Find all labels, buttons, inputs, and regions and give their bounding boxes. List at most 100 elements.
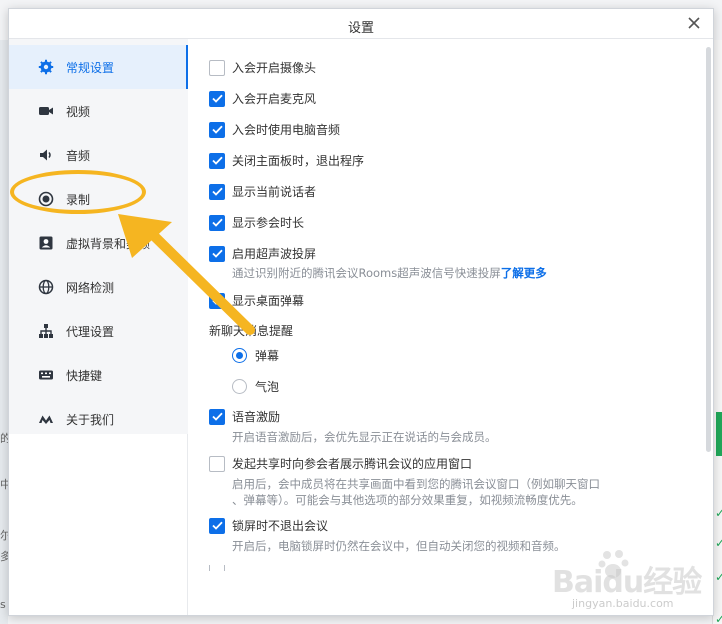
option-label: 发起共享时向参会者展示腾讯会议的应用窗口 xyxy=(232,457,473,471)
record-icon xyxy=(38,191,54,207)
checkbox-checked[interactable] xyxy=(209,152,225,169)
sidebar-item-recording[interactable]: 录制 xyxy=(9,177,188,221)
checkmark-icon xyxy=(211,521,223,530)
sidebar-item-label: 代理设置 xyxy=(66,324,115,339)
option-camera-on-join[interactable]: 入会开启摄像头 xyxy=(209,59,316,76)
check-icon: ✓ xyxy=(715,570,722,584)
background-left-panel: 的 中 尔 多 s xyxy=(0,40,11,624)
sidebar-item-label: 视频 xyxy=(66,104,91,119)
option-label: 锁屏时不退出会议 xyxy=(232,519,329,533)
checkbox-checked[interactable] xyxy=(209,214,225,231)
sidebar-item-shortcuts[interactable]: 快捷键 xyxy=(9,353,188,397)
settings-content: 入会开启摄像头 入会开启麦克风 入会时使用电脑音频 关闭主面板时，退出程序 显示 xyxy=(189,39,713,615)
chat-reminder-heading: 新聊天消息提醒 xyxy=(209,324,294,338)
settings-sidebar: 常规设置 视频 音频 录制 虚拟背景和美颜 网络检测 代理设置 快捷键 关于我们 xyxy=(9,39,188,615)
learn-more-link[interactable]: 了解更多 xyxy=(501,266,547,280)
radio-option-bubble[interactable]: 气泡 xyxy=(232,378,279,395)
checkbox-checked[interactable] xyxy=(209,90,225,107)
option-label: 入会开启摄像头 xyxy=(232,61,317,75)
option-label: 显示参会时长 xyxy=(232,216,305,230)
sidebar-item-network-check[interactable]: 网络检测 xyxy=(9,265,188,309)
option-description: 、弹幕等）。可能会与其他选项的部分效果重复，如视频流畅度优先。 xyxy=(232,493,583,507)
checkbox-checked[interactable] xyxy=(209,121,225,138)
option-lock-screen-stay[interactable]: 锁屏时不退出会议 xyxy=(209,517,328,534)
option-description: 启用后，会中成员将在共享画面中看到您的腾讯会议窗口（例如聊天窗口 xyxy=(232,477,600,491)
check-icon: ✓ xyxy=(715,612,722,624)
sidebar-item-general[interactable]: 常规设置 xyxy=(9,45,188,89)
option-partially-hidden[interactable] xyxy=(209,565,232,571)
checkbox-checked[interactable] xyxy=(209,408,225,425)
sidebar-item-audio[interactable]: 音频 xyxy=(9,133,188,177)
close-icon xyxy=(688,17,700,29)
option-ultrasound-cast[interactable]: 启用超声波投屏 xyxy=(209,245,316,262)
sidebar-item-label: 音频 xyxy=(66,148,91,163)
speaker-icon xyxy=(38,147,54,163)
close-button[interactable] xyxy=(683,12,705,34)
keyboard-icon xyxy=(38,367,54,383)
logo-m-icon xyxy=(38,411,54,427)
sidebar-item-label: 虚拟背景和美颜 xyxy=(66,236,151,251)
checkmark-icon xyxy=(211,218,223,227)
globe-icon xyxy=(38,279,54,295)
option-label: 关闭主面板时，退出程序 xyxy=(232,154,365,168)
option-description: 开启后，电脑锁屏时仍然在会议中，但自动关闭您的视频和音频。 xyxy=(232,539,566,553)
sidebar-item-label: 关于我们 xyxy=(66,412,115,427)
option-label: 显示桌面弹幕 xyxy=(232,294,305,308)
option-desktop-danmu[interactable]: 显示桌面弹幕 xyxy=(209,292,304,309)
checkmark-icon xyxy=(211,125,223,134)
sidebar-item-label: 常规设置 xyxy=(66,60,115,75)
radio-option-danmu[interactable]: 弹幕 xyxy=(232,347,279,364)
background-green-tab xyxy=(716,412,722,456)
checkbox[interactable] xyxy=(209,565,225,571)
sidebar-item-label: 网络检测 xyxy=(66,280,115,295)
checkbox-checked[interactable] xyxy=(209,517,225,534)
checkmark-icon xyxy=(211,94,223,103)
option-show-speaker[interactable]: 显示当前说话者 xyxy=(209,183,316,200)
sidebar-item-proxy[interactable]: 代理设置 xyxy=(9,309,188,353)
checkbox[interactable] xyxy=(209,59,225,76)
sidebar-item-video[interactable]: 视频 xyxy=(9,89,188,133)
option-label: 入会开启麦克风 xyxy=(232,92,317,106)
video-camera-icon xyxy=(38,103,54,119)
option-mic-on-join[interactable]: 入会开启麦克风 xyxy=(209,90,316,107)
check-icon: ✓ xyxy=(715,536,722,550)
gear-icon xyxy=(38,59,54,75)
option-show-duration[interactable]: 显示参会时长 xyxy=(209,214,304,231)
checkbox-checked[interactable] xyxy=(209,292,225,309)
scrollbar-thumb[interactable] xyxy=(706,47,711,452)
checkmark-icon xyxy=(211,156,223,165)
option-pc-audio-on-join[interactable]: 入会时使用电脑音频 xyxy=(209,121,340,138)
option-label: 启用超声波投屏 xyxy=(232,247,317,261)
dialog-title: 设置 xyxy=(347,21,374,36)
checkbox-checked[interactable] xyxy=(209,245,225,262)
dialog-titlebar: 设置 xyxy=(9,9,713,39)
checkmark-icon xyxy=(211,187,223,196)
check-icon: ✓ xyxy=(715,506,722,520)
radio-button-selected[interactable] xyxy=(232,348,247,363)
radio-label: 弹幕 xyxy=(255,349,280,363)
radio-button[interactable] xyxy=(232,379,247,394)
sidebar-item-about[interactable]: 关于我们 xyxy=(9,397,188,441)
option-description: 开启语音激励后，会优先显示正在说话的与会成员。 xyxy=(232,430,497,444)
radio-label: 气泡 xyxy=(255,380,280,394)
sidebar-item-label: 快捷键 xyxy=(66,368,103,383)
checkbox[interactable] xyxy=(209,455,225,472)
option-label: 入会时使用电脑音频 xyxy=(232,123,341,137)
sidebar-item-label: 录制 xyxy=(66,192,91,207)
option-share-app-window[interactable]: 发起共享时向参会者展示腾讯会议的应用窗口 xyxy=(209,455,472,472)
checkbox-checked[interactable] xyxy=(209,183,225,200)
option-exit-on-close[interactable]: 关闭主面板时，退出程序 xyxy=(209,152,364,169)
background-text: s xyxy=(0,598,6,611)
checkmark-icon xyxy=(211,296,223,305)
network-tree-icon xyxy=(38,323,54,339)
option-label: 显示当前说话者 xyxy=(232,185,317,199)
checkmark-icon xyxy=(211,412,223,421)
option-label: 语音激励 xyxy=(232,410,281,424)
settings-dialog: 设置 常规设置 视频 音频 录制 虚拟背景和美颜 网络检测 代理设置 快捷键 关… xyxy=(8,8,714,616)
sidebar-item-virtual-background[interactable]: 虚拟背景和美颜 xyxy=(9,221,188,265)
option-voice-motivation[interactable]: 语音激励 xyxy=(209,408,280,425)
portrait-icon xyxy=(38,235,54,251)
checkmark-icon xyxy=(211,249,223,258)
option-description: 通过识别附近的腾讯会议Rooms超声波信号快速投屏了解更多 xyxy=(232,265,547,281)
description-text: 通过识别附近的腾讯会议Rooms超声波信号快速投屏 xyxy=(232,266,501,280)
